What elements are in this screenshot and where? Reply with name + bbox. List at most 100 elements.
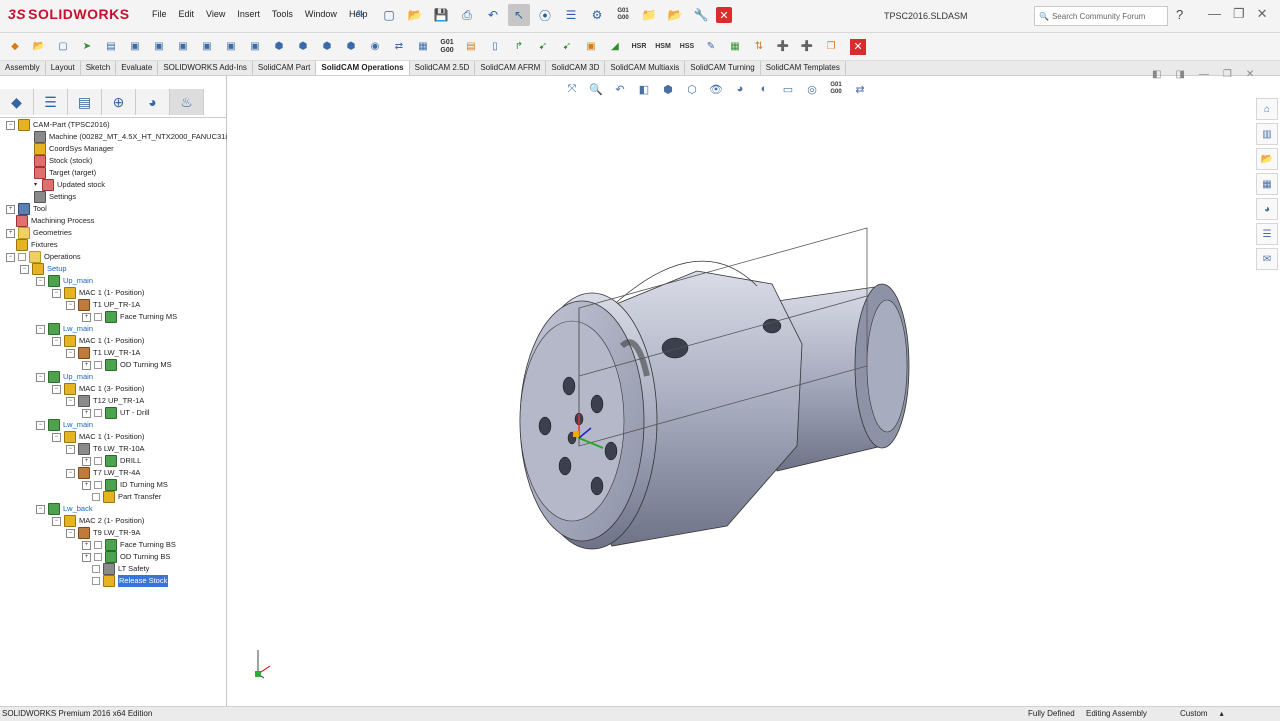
operation-checkbox[interactable] <box>94 313 102 321</box>
forum-icon[interactable]: ✉ <box>1256 248 1278 270</box>
viewport-restore-icon[interactable]: ❐ <box>1223 69 1232 80</box>
menu-file[interactable]: File <box>146 9 173 19</box>
display-pane-icon[interactable]: ◎ <box>802 80 822 98</box>
expand-icon[interactable]: + <box>82 480 91 490</box>
print-icon[interactable]: ⎙ <box>456 4 478 26</box>
collapse-icon[interactable]: − <box>66 528 75 538</box>
edit-appearance-icon[interactable]: ◕ <box>730 80 750 98</box>
minimize-icon[interactable]: — <box>1208 6 1221 22</box>
collapse-icon[interactable]: − <box>36 504 45 514</box>
restore-icon[interactable]: ❐ <box>1233 6 1245 22</box>
folder-icon[interactable]: 📁 <box>638 4 660 26</box>
apply-scene-icon[interactable]: ◐ <box>754 80 774 98</box>
traffic-light-icon[interactable]: ⦿ <box>534 4 556 26</box>
pin-icon[interactable]: ✎ <box>356 8 365 21</box>
home-icon[interactable]: ⌂ <box>1256 98 1278 120</box>
tree-setup[interactable]: − Setup <box>20 263 67 275</box>
tree-operation[interactable]: + UT - Drill <box>82 407 149 419</box>
open-part-icon[interactable]: 📂 <box>28 36 50 58</box>
collapse-icon[interactable]: − <box>20 264 29 274</box>
collapse-icon[interactable]: − <box>66 468 75 478</box>
tree-tool[interactable]: + Tool <box>6 203 47 215</box>
expand-icon[interactable]: + <box>6 228 15 238</box>
close-cam-icon[interactable]: ✕ <box>850 38 866 55</box>
solidcam-icon[interactable]: ◆ <box>4 36 26 58</box>
hsm-icon[interactable]: HSM <box>652 36 674 58</box>
tree-mac[interactable]: − MAC 1 (3- Position) <box>52 383 144 395</box>
tree-tool-item[interactable]: − T9 LW_TR-9A <box>66 527 140 539</box>
folder-arrow-icon[interactable]: 📂 <box>664 4 686 26</box>
collapse-icon[interactable]: − <box>6 120 15 130</box>
cube-2-icon[interactable]: ⬢ <box>292 36 314 58</box>
close-window-icon[interactable]: ✕ <box>1257 6 1268 22</box>
surface-icon[interactable]: ◢ <box>604 36 626 58</box>
tree-tool-item[interactable]: − T7 LW_TR-4A <box>66 467 140 479</box>
hide-show-icon[interactable]: 👁 <box>706 80 726 98</box>
tree-geometries[interactable]: + Geometries <box>6 227 72 239</box>
pencil-icon[interactable]: ✎ <box>700 36 722 58</box>
configuration-manager-icon[interactable]: ▤ <box>68 89 102 115</box>
collapse-icon[interactable]: − <box>52 432 61 442</box>
menu-insert[interactable]: Insert <box>231 9 266 19</box>
viewport-minimize-icon[interactable]: — <box>1199 69 1209 80</box>
gcode-icon[interactable]: G01 G00 <box>612 4 634 26</box>
tree-updated-stock[interactable]: ▾ Updated stock <box>34 179 105 191</box>
custom-properties-icon[interactable]: ☰ <box>1256 223 1278 245</box>
expand-icon[interactable]: + <box>82 408 91 418</box>
solidworks-logo[interactable]: 3S SOLIDWORKS <box>8 6 130 22</box>
transform-view-icon[interactable]: ⇄ <box>850 80 870 98</box>
view-5-icon[interactable]: ▣ <box>220 36 242 58</box>
view-4-icon[interactable]: ▣ <box>196 36 218 58</box>
collapse-icon[interactable]: − <box>66 396 75 406</box>
layers-icon[interactable]: ▤ <box>460 36 482 58</box>
display-style-icon[interactable]: ⬡ <box>682 80 702 98</box>
gcode-icon-2[interactable]: G01 G00 <box>436 36 458 58</box>
undo-icon[interactable]: ↶ <box>482 4 504 26</box>
tree-tool-item[interactable]: − T12 UP_TR-1A <box>66 395 144 407</box>
add-icon[interactable]: ➕ <box>772 36 794 58</box>
units-dropdown[interactable]: Custom ▴ <box>1180 707 1224 721</box>
tree-machining-process[interactable]: Machining Process <box>16 215 94 227</box>
tab-layout[interactable]: Layout <box>46 61 81 75</box>
collapse-icon[interactable]: − <box>66 300 75 310</box>
tree-operation-selected[interactable]: Release Stock <box>92 575 169 587</box>
tree-mac[interactable]: − MAC 1 (1- Position) <box>52 287 144 299</box>
menu-window[interactable]: Window <box>299 9 343 19</box>
menu-view[interactable]: View <box>200 9 231 19</box>
close-x-icon[interactable]: ✕ <box>716 7 732 23</box>
globe-icon[interactable]: ◉ <box>364 36 386 58</box>
menu-edit[interactable]: Edit <box>173 9 201 19</box>
operations-checkbox[interactable] <box>18 253 26 261</box>
split-right-icon[interactable]: ◨ <box>1175 69 1184 80</box>
tool-green-2-icon[interactable]: ➹ <box>556 36 578 58</box>
collapse-icon[interactable]: − <box>36 420 45 430</box>
expand-icon[interactable]: + <box>82 456 91 466</box>
tree-fixtures[interactable]: Fixtures <box>16 239 58 251</box>
view-3-icon[interactable]: ▣ <box>172 36 194 58</box>
search-input[interactable]: 🔍 Search Community Forum <box>1034 6 1168 26</box>
display-manager-icon[interactable]: ◕ <box>136 89 170 115</box>
gcode-view-icon[interactable]: G01 G00 <box>826 80 846 98</box>
tree-operation[interactable]: LT Safety <box>92 563 149 575</box>
forward-icon[interactable]: ➤ <box>76 36 98 58</box>
collapse-icon[interactable]: − <box>66 444 75 454</box>
tree-group[interactable]: − Lw_main <box>36 323 93 335</box>
sort-icon[interactable]: ⇅ <box>748 36 770 58</box>
doc-red-icon[interactable]: ▤ <box>100 36 122 58</box>
tree-mac[interactable]: − MAC 1 (1- Position) <box>52 335 144 347</box>
file-explorer-icon[interactable]: 📂 <box>1256 148 1278 170</box>
operation-checkbox[interactable] <box>92 577 100 585</box>
tab-assembly[interactable]: Assembly <box>0 61 46 75</box>
tab-sketch[interactable]: Sketch <box>81 61 117 75</box>
tab-evaluate[interactable]: Evaluate <box>116 61 159 75</box>
solidcam-manager-icon[interactable]: ♨ <box>170 89 204 115</box>
select-cursor-icon[interactable]: ↖ <box>508 4 530 26</box>
collapse-icon[interactable]: − <box>6 252 15 262</box>
expand-icon[interactable]: + <box>82 312 91 322</box>
tree-cam-part[interactable]: − CAM-Part (TPSC2016) <box>6 119 110 131</box>
tree-tool-item[interactable]: − T6 LW_TR-10A <box>66 443 145 455</box>
collapse-icon[interactable]: − <box>36 276 45 286</box>
help-icon[interactable]: ? <box>1176 7 1183 22</box>
viewport-close-icon[interactable]: ✕ <box>1246 69 1254 80</box>
tree-stock[interactable]: Stock (stock) <box>34 155 92 167</box>
